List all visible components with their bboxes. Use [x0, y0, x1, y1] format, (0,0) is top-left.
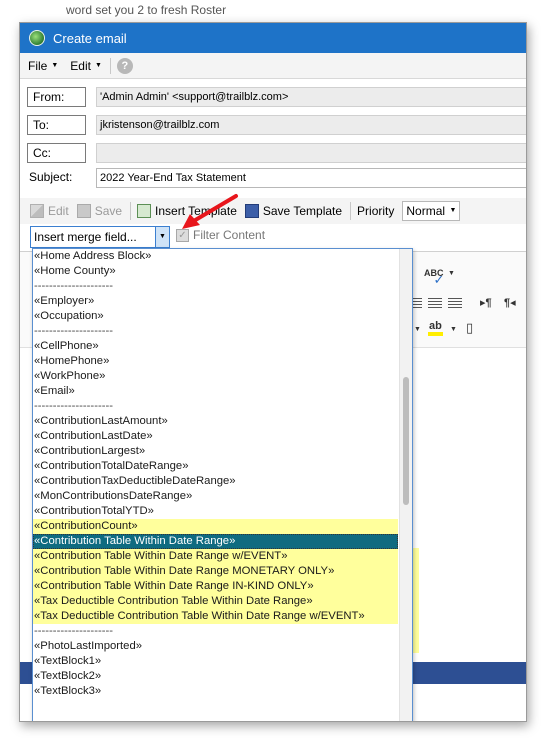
merge-field-item[interactable]: «Contribution Table Within Date Range IN…	[33, 579, 398, 594]
save-button-label: Save	[94, 204, 123, 218]
toolbar-separator	[350, 202, 352, 220]
insert-merge-field-combo[interactable]: Insert merge field... ▼	[30, 226, 170, 248]
merge-field-item[interactable]: «Home Address Block»	[33, 249, 398, 264]
insert-image-icon[interactable]: ▯	[466, 320, 473, 336]
priority-value: Normal	[406, 204, 446, 218]
edit-button-label: Edit	[48, 204, 69, 218]
merge-field-item[interactable]: «WorkPhone»	[33, 369, 398, 384]
caret-down-icon[interactable]: ▼	[450, 326, 457, 333]
background-window-strip: word set you 2 to fresh Roster	[0, 0, 545, 22]
highlight-color-icon[interactable]: ab	[428, 320, 443, 336]
edit-button[interactable]: Edit	[30, 204, 69, 218]
save-template-label: Save Template	[262, 204, 343, 218]
cc-button[interactable]: Cc:	[27, 143, 86, 163]
floppy-disk-icon	[244, 204, 259, 218]
create-email-window: Create email File ▼ Edit ▼ ? From: 'Admi…	[19, 22, 527, 722]
background-partial-text: word set you 2 to fresh Roster	[66, 3, 227, 17]
merge-field-item[interactable]: «Occupation»	[33, 309, 398, 324]
save-template-button[interactable]: Save Template	[244, 204, 343, 218]
title-bar: Create email	[20, 23, 526, 53]
merge-field-item[interactable]: «TextBlock2»	[33, 669, 398, 684]
merge-field-item[interactable]: «Contribution Table Within Date Range MO…	[33, 564, 398, 579]
pencil-icon	[30, 204, 44, 218]
subject-label: Subject:	[27, 168, 86, 188]
merge-field-item[interactable]: «Tax Deductible Contribution Table Withi…	[33, 609, 398, 624]
merge-field-item[interactable]: «TextBlock3»	[33, 684, 398, 699]
merge-field-item[interactable]: «PhotoLastImported»	[33, 639, 398, 654]
merge-field-item[interactable]: «ContributionLastDate»	[33, 429, 398, 444]
merge-field-item[interactable]: «ContributionLastAmount»	[33, 414, 398, 429]
merge-field-item[interactable]: «Contribution Table Within Date Range»	[33, 534, 398, 549]
merge-field-item[interactable]: «Email»	[33, 384, 398, 399]
merge-field-item[interactable]: «ContributionLargest»	[33, 444, 398, 459]
merge-field-row: Insert merge field... ▼ ✓ Filter Content	[20, 225, 526, 249]
subject-field[interactable]: 2022 Year-End Tax Statement	[96, 168, 526, 188]
list-separator: ---------------------	[34, 400, 114, 412]
merge-field-item[interactable]: «Employer»	[33, 294, 398, 309]
floppy-disk-icon	[76, 204, 91, 218]
help-icon[interactable]: ?	[116, 57, 133, 74]
window-title: Create email	[53, 30, 127, 46]
cc-field[interactable]	[96, 143, 526, 163]
ltr-paragraph-icon[interactable]: ▸¶	[480, 296, 492, 309]
caret-down-icon[interactable]: ▼	[448, 270, 455, 277]
to-field[interactable]: jkristenson@trailblz.com	[96, 115, 526, 135]
compose-toolbar: Edit Save Insert Template Save Template …	[20, 198, 526, 224]
from-row: From: 'Admin Admin' <support@trailblz.co…	[20, 87, 526, 109]
merge-field-item[interactable]: «HomePhone»	[33, 354, 398, 369]
merge-field-item[interactable]: «ContributionTotalDateRange»	[33, 459, 398, 474]
toolbar-separator	[130, 202, 132, 220]
from-field[interactable]: 'Admin Admin' <support@trailblz.com>	[96, 87, 526, 107]
merge-field-item[interactable]: «MonContributionsDateRange»	[33, 489, 398, 504]
app-globe-icon	[29, 30, 45, 46]
to-row: To: jkristenson@trailblz.com	[20, 115, 526, 137]
merge-field-dropdown[interactable]: «Home Address Block» «Home County» -------…	[32, 248, 413, 721]
align-justify-icon[interactable]	[448, 298, 462, 309]
merge-field-list: «Home Address Block» «Home County» -------…	[33, 249, 398, 699]
merge-field-item[interactable]: «ContributionCount»	[33, 519, 398, 534]
caret-down-icon: ▼	[94, 62, 102, 69]
menu-separator	[109, 57, 111, 74]
priority-label: Priority	[357, 204, 395, 218]
to-button[interactable]: To:	[27, 115, 86, 135]
rtl-paragraph-icon[interactable]: ¶◂	[504, 296, 516, 309]
caret-down-icon: ▼	[51, 62, 59, 69]
merge-field-item[interactable]: «ContributionTaxDeductibleDateRange»	[33, 474, 398, 489]
from-button[interactable]: From:	[27, 87, 86, 107]
list-separator: ---------------------	[34, 280, 114, 292]
priority-select[interactable]: Normal ▼	[402, 201, 461, 221]
align-right-icon[interactable]	[428, 298, 442, 309]
merge-combo-value: Insert merge field...	[34, 230, 137, 244]
subject-row: Subject: 2022 Year-End Tax Statement	[20, 168, 526, 190]
menu-edit[interactable]: Edit ▼	[66, 59, 106, 73]
combo-dropdown-arrow-icon[interactable]: ▼	[155, 227, 169, 247]
menu-bar: File ▼ Edit ▼ ?	[20, 53, 526, 79]
caret-down-icon[interactable]: ▼	[414, 326, 421, 333]
menu-file-label: File	[28, 58, 48, 73]
cc-row: Cc:	[20, 143, 526, 165]
menu-file[interactable]: File ▼	[24, 59, 62, 73]
spell-check-icon[interactable]: ABC	[424, 264, 444, 280]
red-arrow-annotation-icon	[182, 194, 238, 229]
dropdown-scrollbar[interactable]	[399, 249, 412, 721]
list-separator: ---------------------	[34, 325, 114, 337]
merge-field-item[interactable]: «Contribution Table Within Date Range w/…	[33, 549, 398, 564]
list-separator: ---------------------	[34, 625, 114, 637]
merge-field-item[interactable]: «ContributionTotalYTD»	[33, 504, 398, 519]
menu-edit-label: Edit	[70, 58, 91, 73]
merge-field-item[interactable]: «TextBlock1»	[33, 654, 398, 669]
insert-template-icon	[137, 204, 152, 218]
merge-field-item[interactable]: «Tax Deductible Contribution Table Withi…	[33, 594, 398, 609]
merge-field-item[interactable]: «Home County»	[33, 264, 398, 279]
save-button[interactable]: Save	[76, 204, 123, 218]
caret-down-icon: ▼	[449, 207, 457, 214]
merge-field-item[interactable]: «CellPhone»	[33, 339, 398, 354]
scrollbar-thumb[interactable]	[403, 377, 409, 505]
